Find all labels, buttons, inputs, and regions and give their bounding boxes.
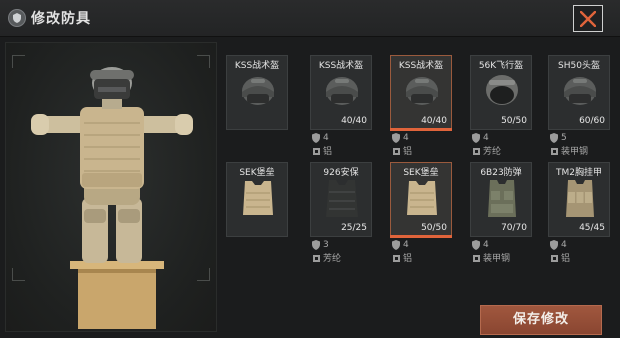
vest-tan-icon: [235, 177, 281, 219]
helmet-icon: [557, 70, 603, 112]
armor-class-value: 4: [403, 240, 409, 250]
save-changes-button[interactable]: 保存修改: [480, 305, 602, 335]
vest-black-icon: [319, 177, 365, 219]
item-durability: 45/45: [579, 223, 605, 233]
armor-item-card[interactable]: 6B23防弹 70/70: [470, 162, 532, 237]
character-preview: [5, 42, 217, 332]
item-durability: 50/50: [501, 116, 527, 126]
armor-class-value: 3: [323, 240, 329, 250]
material-value: 铝: [561, 254, 571, 264]
helmet-visor-icon: [479, 70, 525, 112]
armor-item-card[interactable]: SEK堡垒 50/50: [390, 162, 452, 238]
page-title: 修改防具: [31, 11, 91, 27]
material-value: 铝: [403, 254, 413, 264]
close-button[interactable]: [573, 5, 603, 32]
helmet-icon: [235, 70, 281, 112]
armor-class-value: 4: [483, 240, 489, 250]
armor-shield-icon: [8, 9, 26, 27]
armor-item-card[interactable]: TM2胸挂甲 45/45: [548, 162, 610, 237]
armor-item-card[interactable]: 56K飞行盔 50/50: [470, 55, 532, 130]
armor-class-value: 4: [323, 133, 329, 143]
character-model: [31, 67, 193, 329]
armor-class-value: 4: [483, 133, 489, 143]
material-value: 装甲钢: [561, 147, 589, 157]
helmet-icon: [399, 70, 445, 112]
item-durability: 60/60: [579, 116, 605, 126]
armor-item-card[interactable]: 926安保 25/25: [310, 162, 372, 237]
armor-item-card[interactable]: KSS战术盔 40/40: [390, 55, 452, 131]
item-durability: 70/70: [501, 223, 527, 233]
armor-item-card[interactable]: KSS战术盔: [226, 55, 288, 130]
item-durability: 50/50: [421, 223, 447, 233]
material-value: 芳纶: [323, 254, 342, 264]
material-value: 芳纶: [483, 147, 502, 157]
material-value: 铝: [403, 147, 413, 157]
armor-item-card[interactable]: SEK堡垒: [226, 162, 288, 237]
title-bar: 修改防具: [0, 0, 620, 37]
helmet-icon: [319, 70, 365, 112]
armor-class-value: 5: [561, 133, 567, 143]
armor-item-card[interactable]: KSS战术盔 40/40: [310, 55, 372, 130]
armor-class-value: 4: [403, 133, 409, 143]
vest-tan-icon: [399, 177, 445, 219]
rig-tan-icon: [557, 177, 603, 219]
material-value: 装甲钢: [483, 254, 511, 264]
armor-item-card[interactable]: SH50头盔 60/60: [548, 55, 610, 130]
close-icon: [580, 11, 596, 27]
item-durability: 40/40: [421, 116, 447, 126]
material-value: 铝: [323, 147, 333, 157]
item-durability: 25/25: [341, 223, 367, 233]
vest-green-icon: [479, 177, 525, 219]
armor-class-value: 4: [561, 240, 567, 250]
item-durability: 40/40: [341, 116, 367, 126]
